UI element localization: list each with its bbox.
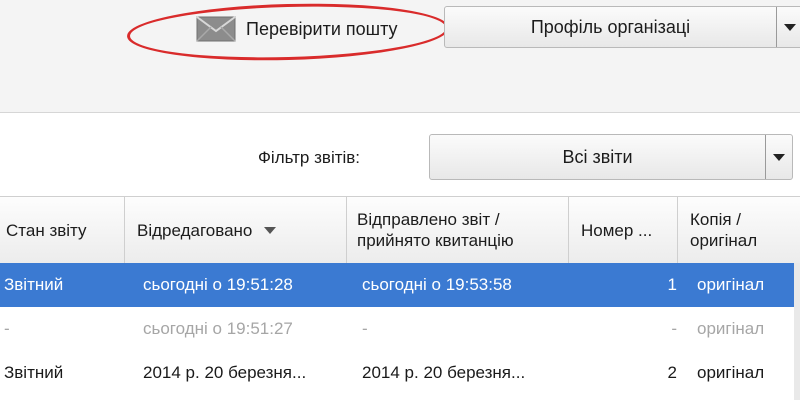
cell-status: Звітний — [4, 363, 64, 382]
cell-sent: сьогодні о 19:53:58 — [362, 275, 512, 294]
column-header-label: Відредаговано — [137, 220, 253, 240]
cell-sent: 2014 р. 20 березня... — [362, 363, 526, 382]
cell-copy: оригінал — [697, 319, 765, 338]
cell-copy: оригінал — [697, 275, 765, 294]
cell-status: - — [4, 319, 10, 338]
cell-number: 2 — [667, 363, 677, 382]
table-scrollbar[interactable] — [794, 263, 800, 400]
column-header-label: оригінал — [690, 231, 758, 250]
reports-table-header: Стан звіту Відредаговано Відправлено зві… — [0, 196, 800, 264]
column-header-number[interactable]: Номер ... — [569, 197, 678, 263]
table-row[interactable]: Звітний сьогодні о 19:51:28 сьогодні о 1… — [0, 263, 800, 307]
column-header-label: Номер ... — [581, 220, 653, 240]
cell-edited: сьогодні о 19:51:28 — [143, 275, 293, 294]
column-header-status[interactable]: Стан звіту — [0, 197, 125, 263]
column-header-copy[interactable]: Копія / оригінал — [678, 197, 800, 263]
sort-desc-icon — [264, 226, 277, 234]
cell-status: Звітний — [4, 275, 64, 294]
column-header-sent[interactable]: Відправлено звіт / прийнято квитанцію — [347, 197, 569, 263]
table-row[interactable]: Звітний 2014 р. 20 березня... 2014 р. 20… — [0, 351, 800, 395]
column-header-label: прийнято квитанцію — [357, 231, 514, 250]
check-mail-button[interactable]: Перевірити пошту — [196, 11, 428, 47]
report-filter-value: Всі звіти — [562, 146, 633, 167]
chevron-down-icon[interactable] — [776, 7, 800, 47]
cell-number: - — [671, 319, 677, 338]
chevron-down-icon[interactable] — [765, 135, 792, 179]
org-profile-label: Профіль організаці — [530, 16, 691, 37]
report-filter-dropdown[interactable]: Всі звіти — [429, 134, 793, 180]
cell-number: 1 — [667, 275, 677, 294]
cell-copy: оригінал — [697, 363, 765, 382]
cell-edited: 2014 р. 20 березня... — [143, 363, 307, 382]
check-mail-label: Перевірити пошту — [246, 18, 398, 39]
envelope-icon — [196, 16, 236, 42]
org-profile-dropdown[interactable]: Профіль організаці — [444, 6, 800, 48]
column-header-label: Відправлено звіт / — [357, 210, 500, 229]
table-row[interactable]: - сьогодні о 19:51:27 - - оригінал — [0, 307, 800, 351]
cell-edited: сьогодні о 19:51:27 — [143, 319, 293, 338]
cell-sent: - — [362, 319, 368, 338]
report-filter-label: Фільтр звітів: — [258, 148, 361, 167]
column-header-label: Копія / — [690, 210, 741, 229]
column-header-edited[interactable]: Відредаговано — [125, 197, 347, 263]
top-toolbar: Перевірити пошту Профіль організаці — [0, 0, 800, 113]
column-header-label: Стан звіту — [6, 220, 87, 240]
